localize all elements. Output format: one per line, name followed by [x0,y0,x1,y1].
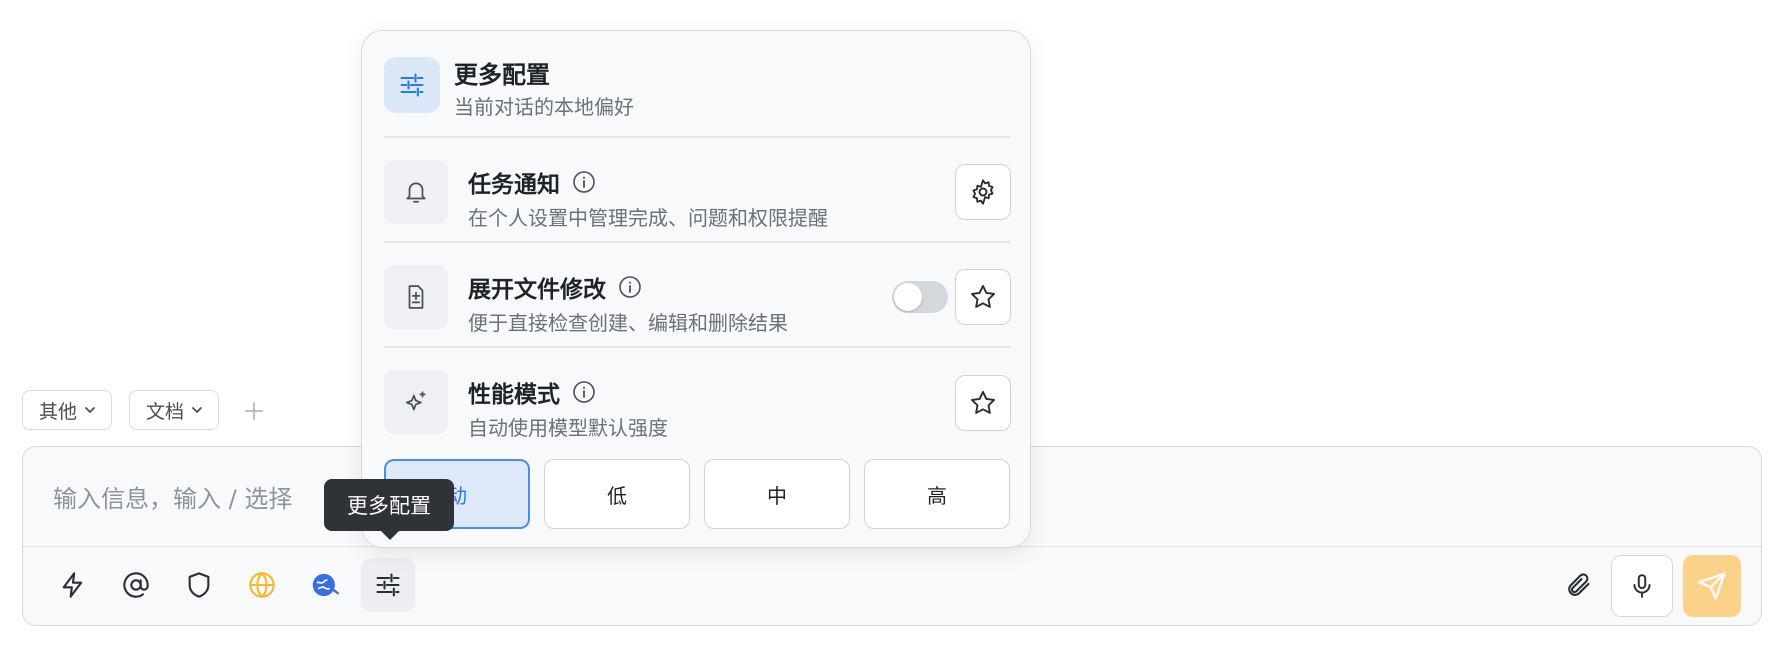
quick-actions-button[interactable] [46,558,100,612]
web-access-button[interactable] [235,558,289,612]
message-input-placeholder: 输入信息，输入 / 选择 [53,485,293,513]
row-title-text: 展开文件修改 [468,277,606,303]
panel-title: 更多配置 [454,61,550,89]
globe-icon [249,571,275,599]
file-diff-icon [408,285,424,309]
performance-icon-box [384,370,448,434]
divider [384,136,1010,138]
file-diff-favorite-button[interactable] [955,269,1011,325]
send-button[interactable] [1683,555,1741,617]
task-notify-title: 任务通知 [468,165,596,199]
chevron-down-icon [85,407,95,413]
row-title-text: 性能模式 [468,382,560,408]
more-settings-panel: 更多配置 当前对话的本地偏好 任务通知 在个人设置中管理完成、问题和权限提醒 展… [361,30,1031,548]
web-search-button[interactable] [298,558,352,612]
chip-docs[interactable]: 文档 [129,390,220,430]
info-icon[interactable] [618,275,642,299]
panel-subtitle: 当前对话的本地偏好 [454,95,634,119]
more-settings-tooltip: 更多配置 [324,479,454,540]
sparkles-icon [405,391,426,411]
divider [384,241,1010,243]
mode-medium-button[interactable]: 中 [704,459,850,529]
permissions-button[interactable] [172,558,226,612]
chevron-down-icon [192,407,202,413]
mention-button[interactable] [109,558,163,612]
web-search-icon [312,573,339,597]
sliders-icon [400,73,424,97]
mode-high-button[interactable]: 高 [864,459,1010,529]
star-icon [970,284,996,308]
send-icon [1698,572,1726,600]
file-diff-toggle[interactable] [892,281,948,313]
task-notify-subtitle: 在个人设置中管理完成、问题和权限提醒 [468,206,828,230]
row-title-text: 任务通知 [468,172,560,198]
info-icon[interactable] [572,380,596,404]
gear-icon [972,179,994,205]
sliders-icon [376,573,400,597]
mode-low-button[interactable]: 低 [544,459,690,529]
plus-icon [245,402,263,420]
info-icon[interactable] [572,170,596,194]
attach-button[interactable] [1551,558,1605,612]
chip-label: 其他 [39,400,78,423]
bolt-icon [62,572,83,598]
toggle-knob [894,283,922,311]
file-diff-title: 展开文件修改 [468,270,642,304]
file-diff-subtitle: 便于直接检查创建、编辑和删除结果 [468,311,788,335]
performance-title: 性能模式 [468,375,596,409]
bell-icon [406,182,426,203]
chip-label: 文档 [146,400,185,423]
more-settings-button[interactable] [361,558,415,612]
chip-other[interactable]: 其他 [22,390,113,430]
shield-icon [188,572,210,598]
file-diff-icon-box [384,265,448,329]
microphone-icon [1633,574,1651,598]
add-chip-button[interactable] [240,397,268,425]
divider [384,346,1010,348]
notify-settings-button[interactable] [955,164,1011,220]
paperclip-icon [1568,573,1590,596]
at-icon [123,572,149,598]
voice-input-button[interactable] [1611,555,1673,617]
panel-header-icon [384,57,440,113]
star-icon [970,390,996,414]
performance-subtitle: 自动使用模型默认强度 [468,416,668,440]
performance-favorite-button[interactable] [955,375,1011,431]
task-notify-icon-box [384,160,448,224]
